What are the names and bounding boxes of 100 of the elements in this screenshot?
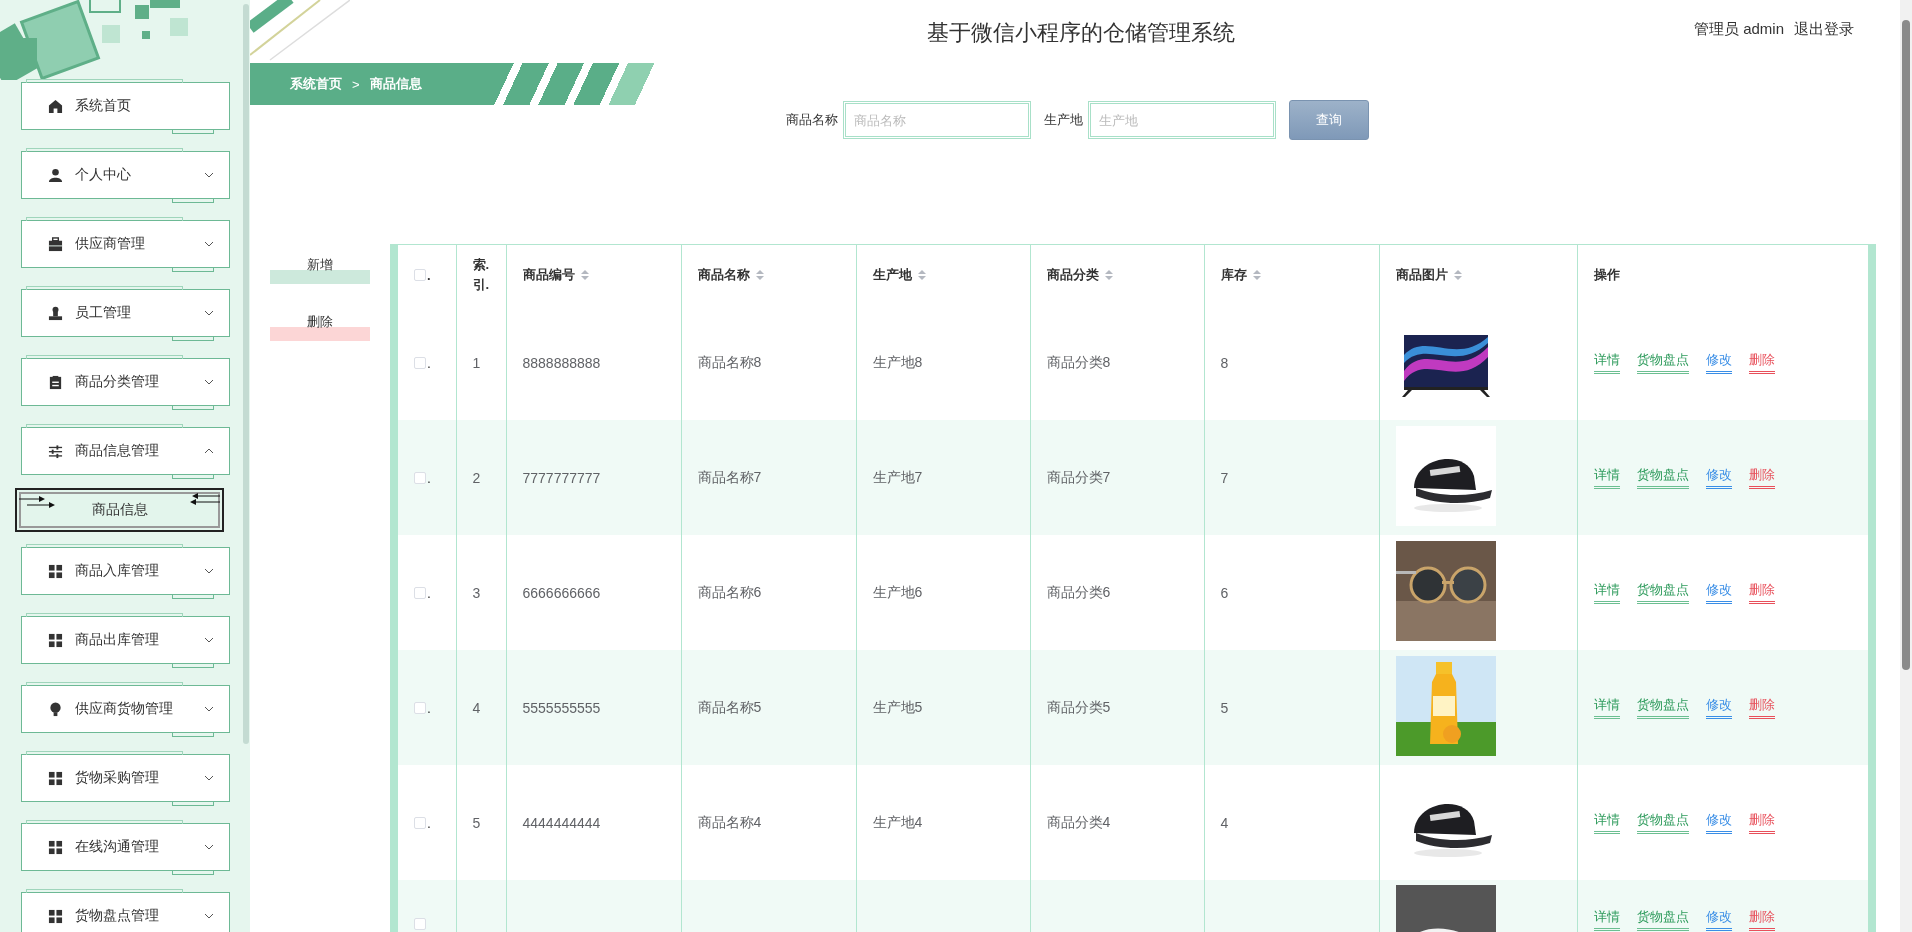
sort-icon[interactable] [579,269,590,281]
table-cell: 生产地6 [872,583,923,600]
detail-link[interactable]: 详情 [1593,466,1620,489]
breadcrumb-link[interactable]: 商品信息 [369,75,422,93]
search-field[interactable]: 生产地 [1088,101,1276,139]
search-field[interactable]: 商品名称 [843,101,1031,139]
table-cell: 4 [1220,814,1229,831]
breadcrumb-link[interactable]: 系统首页 [290,75,342,93]
scrollbar[interactable] [243,4,249,744]
grid-icon [48,632,63,648]
search-button[interactable]: 查询 [1289,100,1369,140]
person-icon [48,305,63,321]
edit-link[interactable]: 修改 [1705,351,1732,374]
edit-link[interactable]: 修改 [1705,696,1732,719]
edit-link[interactable]: 修改 [1705,811,1732,834]
table-cell: 8 [1220,354,1229,371]
sort-icon[interactable] [916,269,927,281]
dot-mark: . [427,354,431,371]
column-header[interactable]: 生产地 [872,266,912,284]
page-title: 基于微信小程序的仓储管理系统 [927,19,1235,47]
logout-link[interactable]: 退出登录 [1794,20,1854,39]
column-header[interactable]: 商品分类 [1046,266,1099,284]
stocktake-link[interactable]: 货物盘点 [1636,696,1689,719]
field-label: 商品名称 [786,111,838,129]
table-cell: 6 [1220,584,1229,601]
table-cell: 商品名称6 [697,583,762,600]
checkbox[interactable] [414,356,426,369]
delete-link[interactable]: 删除 [1748,466,1775,489]
grid-icon [48,563,63,579]
stocktake-link[interactable]: 货物盘点 [1636,466,1689,489]
column-header: 操作 [1593,266,1620,284]
table-cell: 生产地4 [872,813,923,830]
checkbox[interactable] [414,701,426,714]
checkbox[interactable] [414,269,426,281]
dot-mark: . [427,267,431,283]
sort-icon[interactable] [1452,269,1463,281]
grid-icon [48,839,63,855]
sort-icon[interactable] [1251,269,1262,281]
dot-mark: . [427,699,431,716]
checkbox[interactable] [414,471,426,484]
delete-link[interactable]: 删除 [1748,581,1775,604]
edit-link[interactable]: 修改 [1705,466,1732,489]
field-label: 生产地 [1044,111,1083,129]
delete-link[interactable]: 删除 [1748,811,1775,834]
stocktake-link[interactable]: 货物盘点 [1636,581,1689,604]
breadcrumb-separator: > [352,76,360,92]
detail-link[interactable]: 详情 [1593,811,1620,834]
arrows-icon [190,492,220,506]
delete-link[interactable]: 删除 [1748,908,1775,931]
column-header[interactable]: 商品名称 [697,266,750,284]
stocktake-link[interactable]: 货物盘点 [1636,811,1689,834]
table-cell: 5 [1220,699,1229,716]
table-cell: 4444444444 [522,814,601,831]
table-cell: 5 [472,814,481,831]
column-header: 索. 引. [472,256,491,294]
checkbox[interactable] [414,918,426,930]
table-cell: 6666666666 [522,584,601,601]
stocktake-link[interactable]: 货物盘点 [1636,351,1689,374]
stocktake-link[interactable]: 货物盘点 [1636,908,1689,931]
detail-link[interactable]: 详情 [1593,581,1620,604]
table-cell: 商品分类7 [1046,468,1111,485]
user-icon [48,167,63,183]
briefcase-icon [48,236,63,252]
sort-icon[interactable] [754,269,765,281]
column-header[interactable]: 商品图片 [1395,266,1448,284]
column-header[interactable]: 商品编号 [522,266,575,284]
table-cell: 8888888888 [522,354,601,371]
checkbox[interactable] [414,586,426,599]
scrollbar[interactable] [1900,0,1912,932]
detail-link[interactable]: 详情 [1593,908,1620,931]
detail-link[interactable]: 详情 [1593,696,1620,719]
table-cell: 商品分类4 [1046,813,1111,830]
home-icon [48,98,63,114]
table-cell: 商品名称4 [697,813,762,830]
user-name: 管理员 admin [1693,20,1784,39]
table-cell: 7 [1220,469,1229,486]
dot-mark: . [427,584,431,601]
table-cell: 商品分类8 [1046,353,1111,370]
table-cell: 生产地8 [872,353,923,370]
table-cell: 5555555555 [522,699,601,716]
table-cell: 4 [472,699,481,716]
sliders-icon [48,443,63,459]
dot-mark: . [427,814,431,831]
table-cell: 生产地7 [872,468,923,485]
delete-link[interactable]: 删除 [1748,351,1775,374]
table-cell: 商品名称7 [697,468,762,485]
checkbox[interactable] [414,816,426,829]
edit-link[interactable]: 修改 [1705,581,1732,604]
table-cell: 商品分类6 [1046,583,1111,600]
table-cell: 7777777777 [522,469,601,486]
table-cell: 商品分类5 [1046,698,1111,715]
edit-link[interactable]: 修改 [1705,908,1732,931]
delete-link[interactable]: 删除 [1748,696,1775,719]
sort-icon[interactable] [1103,269,1114,281]
column-header[interactable]: 库存 [1220,266,1247,284]
grid-icon [48,908,63,924]
table-cell: 商品名称5 [697,698,762,715]
detail-link[interactable]: 详情 [1593,351,1620,374]
arrows-icon [19,495,55,509]
submenu-item[interactable]: 商品信息 [15,488,224,532]
